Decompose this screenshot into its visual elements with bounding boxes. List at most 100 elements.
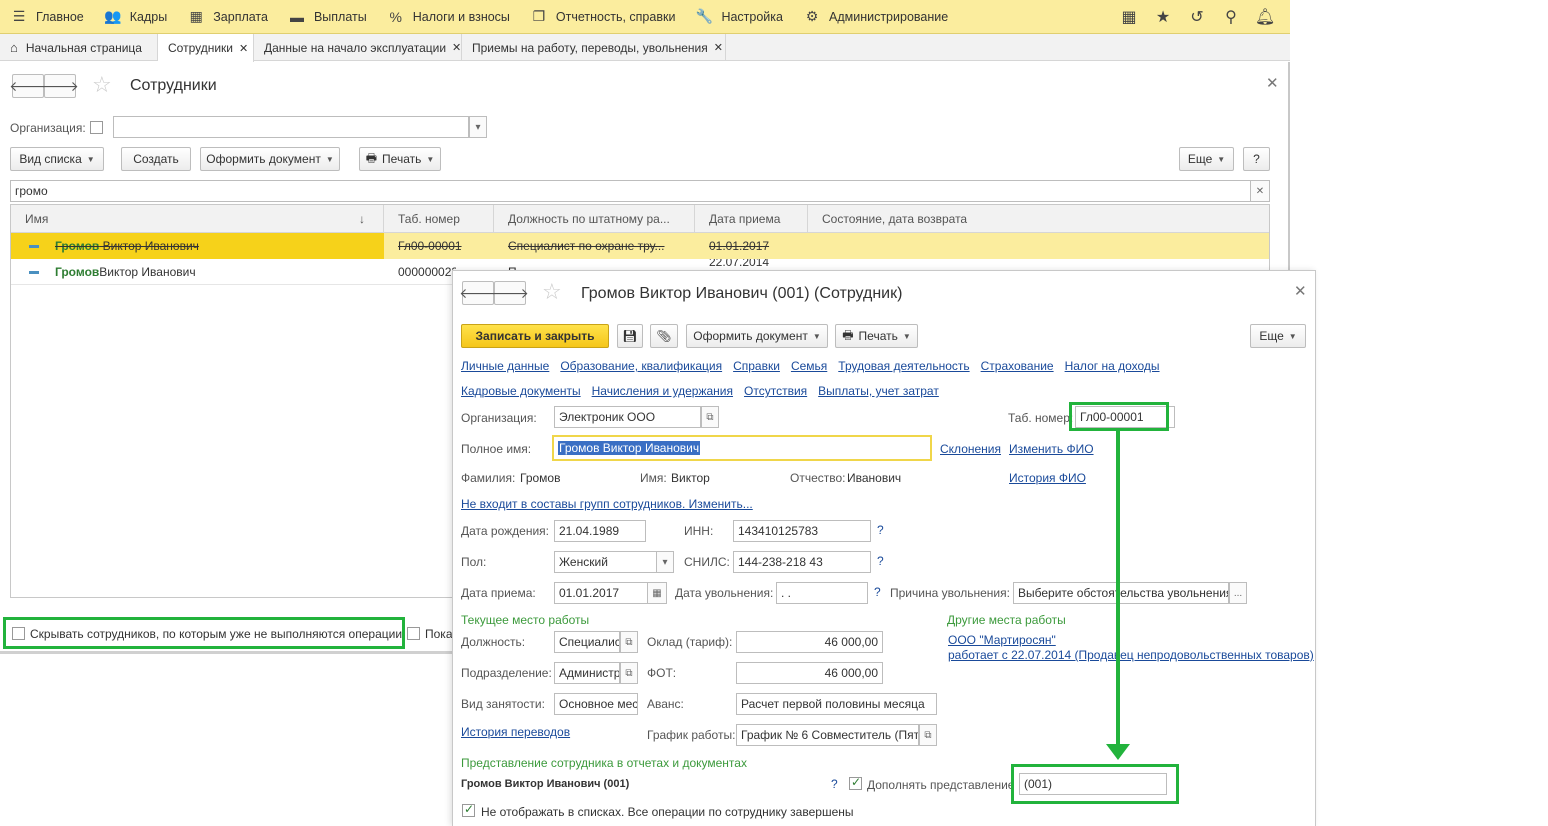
link-declensions[interactable]: Склонения [940, 442, 1001, 456]
supplement-field[interactable]: (001) [1019, 773, 1167, 795]
open-org-button[interactable]: ⧉ [701, 406, 719, 428]
menu-personnel[interactable]: 👥 Кадры [94, 0, 177, 34]
show-checkbox[interactable] [407, 627, 420, 640]
column-header-position[interactable]: Должность по штатному ра... [494, 205, 695, 233]
supplement-checkbox[interactable] [849, 775, 862, 790]
table-row[interactable]: Громов Виктор Иванович Гл00-00001 Специа… [11, 233, 1269, 259]
view-list-button[interactable]: Вид списка ▼ [10, 147, 104, 171]
forward-button[interactable]: 🡒 [41, 74, 79, 98]
help-button[interactable]: ? [1243, 147, 1270, 171]
menu-main[interactable]: ☰ Главное [0, 0, 94, 34]
link-change-fio[interactable]: Изменить ФИО [1009, 442, 1094, 456]
menu-payments[interactable]: ▬ Выплаты [278, 0, 377, 34]
forward-button[interactable]: 🡒 [491, 281, 529, 305]
link-other-work-org[interactable]: ООО "Мартиросян" [948, 633, 1056, 647]
column-header-name[interactable]: Имя ↓ [11, 205, 384, 233]
schedule-field[interactable]: График № 6 Совместитель (Пяти [736, 724, 919, 746]
link-family[interactable]: Семья [791, 359, 827, 373]
fire-reason-field[interactable]: Выберите обстоятельства увольнения. [1013, 582, 1229, 604]
tab-hiring[interactable]: Приемы на работу, переводы, увольнения ✕ [462, 34, 726, 61]
menu-taxes[interactable]: % Налоги и взносы [377, 0, 520, 34]
column-header-hire-date[interactable]: Дата приема [695, 205, 808, 233]
birth-field[interactable]: 21.04.1989 [554, 520, 646, 542]
tab-initial-data[interactable]: Данные на начало эксплуатации ✕ [254, 34, 462, 61]
org-dropdown-button[interactable]: ▾ [469, 116, 487, 138]
salary-field[interactable]: 46 000,00 [736, 631, 883, 653]
column-header-tab[interactable]: Таб. номер [384, 205, 494, 233]
attach-button[interactable]: 📎︎ [650, 324, 678, 348]
link-work-activity[interactable]: Трудовая деятельность [838, 359, 969, 373]
favorite-star-icon[interactable]: ☆ [542, 279, 562, 305]
apps-grid-icon[interactable]: ▦ [1112, 7, 1146, 27]
more-button[interactable]: Еще ▼ [1179, 147, 1234, 171]
history-icon[interactable]: ↺ [1180, 7, 1214, 27]
gender-select[interactable]: Женский [554, 551, 657, 573]
snils-field[interactable]: 144-238-218 43 [733, 551, 871, 573]
advance-field[interactable]: Расчет первой половины месяца [736, 693, 937, 715]
link-absences[interactable]: Отсутствия [744, 384, 807, 398]
back-button[interactable]: 🡐 [459, 281, 497, 305]
close-tab-icon[interactable]: ✕ [452, 41, 461, 54]
representation-help-icon[interactable]: ? [831, 777, 838, 791]
clear-search-button[interactable]: ✕ [1250, 180, 1270, 202]
fire-date-field[interactable]: . . [776, 582, 868, 604]
inn-field[interactable]: 143410125783 [733, 520, 871, 542]
more-button[interactable]: Еще ▼ [1250, 324, 1306, 348]
employment-field[interactable]: Основное мес [554, 693, 638, 715]
link-transfer-history[interactable]: История переводов [461, 725, 570, 739]
hide-inactive-checkbox[interactable] [12, 627, 25, 640]
save-and-close-button[interactable]: Записать и закрыть [461, 324, 609, 348]
make-document-button[interactable]: Оформить документ ▼ [686, 324, 828, 348]
calendar-button[interactable]: ▦ [647, 582, 667, 604]
org-field[interactable]: Электроник ООО [554, 406, 701, 428]
search-icon[interactable]: ⚲ [1214, 7, 1248, 27]
print-button[interactable]: 🖶 Печать ▼ [359, 147, 441, 171]
link-payments[interactable]: Выплаты, учет затрат [818, 384, 939, 398]
fullname-field[interactable]: Громов Виктор Иванович [552, 435, 932, 461]
open-position-button[interactable]: ⧉ [620, 631, 638, 653]
org-checkbox[interactable] [90, 121, 103, 134]
link-insurance[interactable]: Страхование [981, 359, 1054, 373]
fot-field[interactable]: 46 000,00 [736, 662, 883, 684]
link-groups[interactable]: Не входит в составы групп сотрудников. И… [461, 497, 753, 511]
tab-number-field[interactable]: Гл00-00001 [1075, 406, 1175, 428]
save-button[interactable]: 💾︎ [617, 324, 643, 348]
make-document-button[interactable]: Оформить документ ▼ [200, 147, 340, 171]
menu-reports[interactable]: ❐ Отчетность, справки [520, 0, 686, 34]
link-other-work-detail[interactable]: работает с 22.07.2014 (Продавец непродов… [948, 648, 1314, 662]
link-accruals[interactable]: Начисления и удержания [592, 384, 733, 398]
tab-home[interactable]: ⌂ Начальная страница [0, 34, 158, 61]
link-education[interactable]: Образование, квалификация [560, 359, 722, 373]
back-button[interactable]: 🡐 [9, 74, 47, 98]
tab-employees[interactable]: Сотрудники ✕ [158, 34, 254, 62]
position-field[interactable]: Специалис [554, 631, 620, 653]
department-field[interactable]: Администр [554, 662, 620, 684]
favorite-star-icon[interactable]: ☆ [92, 72, 112, 98]
close-icon[interactable]: ✕ [1266, 74, 1279, 92]
link-references[interactable]: Справки [733, 359, 780, 373]
hide-in-lists-checkbox[interactable] [462, 802, 475, 817]
org-select[interactable] [113, 116, 469, 138]
favorites-star-icon[interactable]: ★ [1146, 7, 1180, 27]
fire-reason-select-button[interactable]: ... [1229, 582, 1247, 604]
create-button[interactable]: Создать [121, 147, 191, 171]
close-tab-icon[interactable]: ✕ [239, 42, 248, 55]
print-button[interactable]: 🖶 Печать ▼ [835, 324, 918, 348]
close-icon[interactable]: ✕ [1294, 282, 1307, 300]
link-fio-history[interactable]: История ФИО [1009, 471, 1086, 485]
search-input[interactable]: громо [10, 180, 1251, 202]
close-tab-icon[interactable]: ✕ [714, 41, 723, 54]
column-header-state[interactable]: Состояние, дата возврата [808, 205, 1269, 233]
link-income-tax[interactable]: Налог на доходы [1065, 359, 1160, 373]
link-personal-data[interactable]: Личные данные [461, 359, 549, 373]
snils-help-icon[interactable]: ? [877, 554, 884, 568]
gender-dropdown-button[interactable]: ▾ [656, 551, 674, 573]
bell-icon[interactable]: 🔔︎ [1248, 7, 1282, 27]
inn-help-icon[interactable]: ? [877, 523, 884, 537]
menu-settings[interactable]: 🔧 Настройка [685, 0, 793, 34]
link-hr-documents[interactable]: Кадровые документы [461, 384, 581, 398]
open-schedule-button[interactable]: ⧉ [919, 724, 937, 746]
hire-date-field[interactable]: 01.01.2017 [554, 582, 648, 604]
menu-admin[interactable]: ⚙ Администрирование [793, 0, 958, 34]
open-department-button[interactable]: ⧉ [620, 662, 638, 684]
